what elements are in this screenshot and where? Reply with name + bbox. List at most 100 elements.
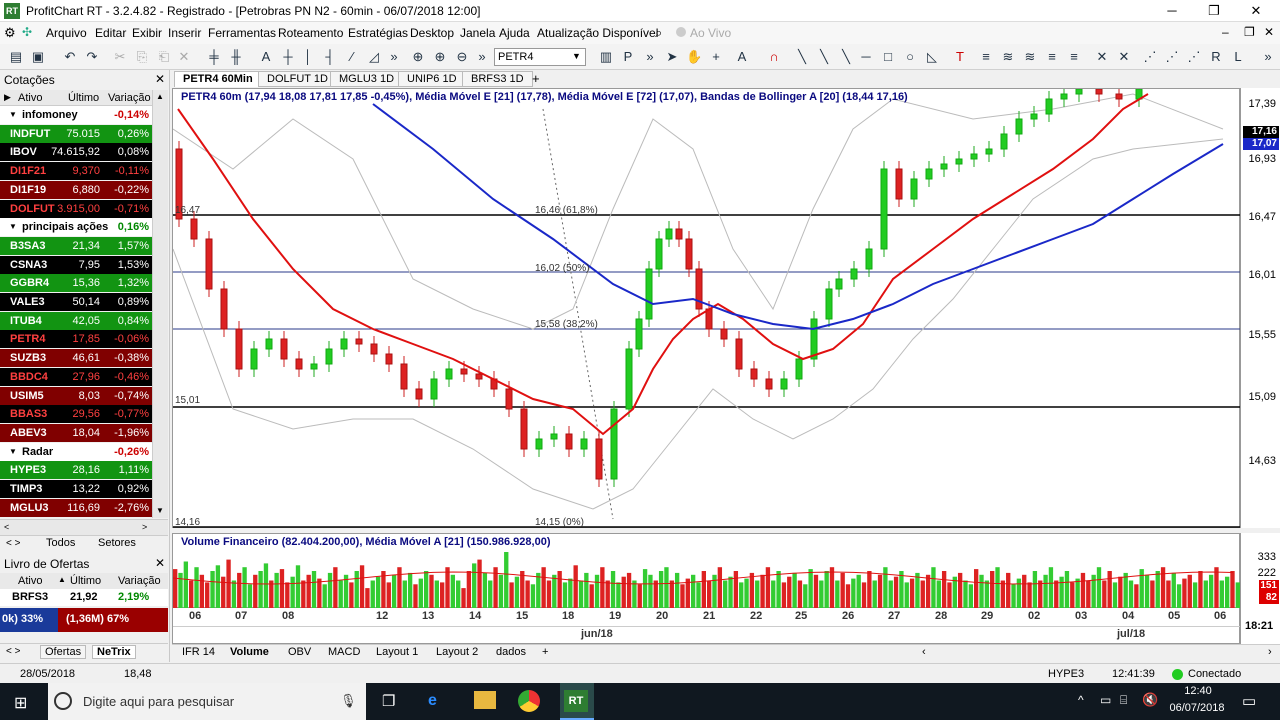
hand-icon[interactable]: ✋ — [686, 49, 702, 65]
ellipse-icon[interactable]: ○ — [902, 49, 918, 65]
text-tool-icon[interactable]: T — [952, 49, 968, 65]
pin-icon[interactable]: ┤ — [322, 49, 338, 65]
windows-start-icon[interactable]: ⊞ — [14, 693, 27, 713]
candle-chart-icon[interactable]: ╪ — [206, 49, 222, 65]
time-axis[interactable]: 06 07 08 12 13 14 15 18 19 20 21 22 25 26 27 28 29 02 03 04… — [172, 608, 1241, 644]
menu-atualizacao[interactable]: Atualização Disponível — [537, 26, 658, 40]
quote-row[interactable]: BBAS3 29,56 -0,77% — [0, 405, 152, 424]
fib-arc-icon[interactable]: ≋ — [1022, 49, 1038, 65]
zoom-out-icon[interactable]: ⊖ — [454, 49, 470, 65]
hline-icon[interactable]: ─ — [858, 49, 874, 65]
menu-ajuda[interactable]: Ajuda — [499, 26, 530, 40]
tab-volume[interactable]: Volume — [230, 646, 269, 658]
cursor-icon[interactable]: ➤ — [664, 49, 680, 65]
more-icon[interactable]: » — [642, 49, 658, 65]
menu-desktop[interactable]: Desktop — [410, 26, 454, 40]
menu-ferramentas[interactable]: Ferramentas — [208, 26, 276, 40]
edge-icon[interactable]: e — [428, 692, 437, 710]
tab-brfs3[interactable]: BRFS3 1D — [462, 71, 533, 87]
menu-arquivo[interactable]: Arquivo — [46, 26, 87, 40]
quote-row[interactable]: GGBR4 15,36 1,32% — [0, 274, 152, 293]
line-chart-icon[interactable]: ∕ — [344, 49, 360, 65]
tab-ofertas[interactable]: Ofertas — [40, 645, 87, 659]
crosshair-icon[interactable]: + — [708, 49, 724, 65]
fib-ext-icon[interactable]: ≡ — [1044, 49, 1060, 65]
close-icon[interactable]: ✕ — [155, 556, 165, 570]
pitchfork-icon[interactable]: ⋰ — [1142, 49, 1158, 65]
profitchart-taskbar-icon[interactable]: RT — [564, 690, 588, 712]
paste-icon[interactable]: ⎗ — [156, 49, 172, 65]
task-view-icon[interactable]: ❐ — [382, 692, 395, 710]
gann-icon[interactable]: ✕ — [1094, 49, 1110, 65]
price-chart[interactable]: PETR4 60m (17,94 18,08 17,81 17,85 -0,45… — [172, 88, 1241, 528]
battery-icon[interactable]: ▭ — [1100, 693, 1111, 707]
tab-ifr14[interactable]: IFR 14 — [182, 646, 215, 658]
tab-dados[interactable]: dados — [496, 646, 526, 658]
quote-group[interactable]: ▼ principais ações 0,16% — [0, 218, 152, 237]
rectangle-icon[interactable]: □ — [880, 49, 896, 65]
tray-up-icon[interactable]: ^ — [1078, 693, 1084, 707]
add-tab-button[interactable]: + — [542, 646, 548, 658]
vertical-icon[interactable]: │ — [300, 49, 316, 65]
menu-janela[interactable]: Janela — [460, 26, 495, 40]
tab-layout2[interactable]: Layout 2 — [436, 646, 478, 658]
volume-icon[interactable]: 🔇 — [1142, 692, 1158, 708]
close-button[interactable]: ✕ — [1236, 2, 1276, 20]
menu-inserir[interactable]: Inserir — [168, 26, 201, 40]
book-icon[interactable]: ▥ — [598, 49, 614, 65]
more-icon[interactable]: » — [1260, 49, 1276, 65]
delete-icon[interactable]: ✕ — [176, 49, 192, 65]
minimize-button[interactable]: ─ — [1152, 2, 1192, 20]
quote-row[interactable]: TIMP3 13,22 0,92% — [0, 480, 152, 498]
more-icon[interactable]: » — [474, 49, 490, 65]
scroll-right-icon[interactable]: › — [1268, 646, 1272, 658]
quote-row[interactable]: USIM5 8,03 -0,74% — [0, 386, 152, 405]
volume-axis[interactable]: 333 222 151 82 — [1240, 533, 1280, 608]
bar-chart-icon[interactable]: ╫ — [228, 49, 244, 65]
trendline-icon[interactable]: ╲ — [794, 49, 810, 65]
ray-icon[interactable]: ╲ — [816, 49, 832, 65]
l-tool-icon[interactable]: L — [1230, 49, 1246, 65]
tab-todos[interactable]: Todos — [46, 537, 75, 549]
more-icon[interactable]: » — [386, 49, 402, 65]
menu-estrategias[interactable]: Estratégias — [348, 26, 408, 40]
quote-group[interactable]: ▼ infomoney -0,14% — [0, 106, 152, 124]
quote-row[interactable]: ITUB4 42,05 0,84% — [0, 311, 152, 330]
mdi-restore-button[interactable]: ❐ — [1244, 25, 1255, 39]
volume-chart[interactable]: Volume Financeiro (82.404.200,00), Média… — [172, 533, 1240, 609]
save-icon[interactable]: ▣ — [30, 49, 46, 65]
book-row[interactable]: BRFS3 21,92 2,19% — [0, 589, 168, 606]
close-icon[interactable]: ✕ — [155, 72, 165, 86]
chevron-down-icon[interactable]: ▼ — [572, 51, 581, 61]
app-menu-icon[interactable]: ⚙ — [4, 25, 16, 41]
quote-row[interactable]: PETR4 17,85 -0,06% — [0, 330, 152, 349]
menu-roteamento[interactable]: Roteamento — [278, 26, 343, 40]
quote-row[interactable]: VALE3 50,14 0,89% — [0, 293, 152, 311]
col-ativo[interactable]: Ativo — [18, 92, 42, 104]
menu-editar[interactable]: Editar — [95, 26, 126, 40]
search-icon[interactable]: ⌕ — [655, 25, 662, 41]
undo-icon[interactable]: ↶ — [62, 49, 78, 65]
ohlc-icon[interactable]: ┼ — [280, 49, 296, 65]
add-tab-button[interactable]: + — [532, 71, 540, 86]
quotes-hscrollbar[interactable]: < > — [0, 519, 168, 535]
quote-group[interactable]: ▼ Radar -0,26% — [0, 442, 152, 461]
text-type-icon[interactable]: A — [258, 49, 274, 65]
mic-icon[interactable]: 🎙 — [340, 693, 357, 709]
gann-fan-icon[interactable]: ✕ — [1116, 49, 1132, 65]
quote-row[interactable]: SUZB3 46,61 -0,38% — [0, 349, 152, 368]
tab-petr4-60min[interactable]: PETR4 60Min — [174, 71, 262, 87]
channel-icon[interactable]: ╲ — [838, 49, 854, 65]
quotes-scrollbar[interactable]: ▲ ▼ — [152, 90, 168, 518]
tab-mglu3[interactable]: MGLU3 1D — [330, 71, 404, 87]
taskbar-search[interactable]: Digite aqui para pesquisar 🎙 — [48, 683, 366, 720]
andrews-icon[interactable]: ⋰ — [1186, 49, 1202, 65]
tab-setores[interactable]: Setores — [98, 537, 136, 549]
quote-row[interactable]: HYPE3 28,16 1,11% — [0, 461, 152, 480]
file-explorer-icon[interactable] — [474, 691, 496, 709]
redo-icon[interactable]: ↷ — [84, 49, 100, 65]
quote-row[interactable]: BBDC4 27,96 -0,46% — [0, 367, 152, 386]
quote-row[interactable]: IBOV 74.615,92 0,08% — [0, 143, 152, 162]
quote-row[interactable]: MGLU3 116,69 -2,76% — [0, 498, 152, 517]
quote-row[interactable]: ABEV3 18,04 -1,96% — [0, 423, 152, 442]
